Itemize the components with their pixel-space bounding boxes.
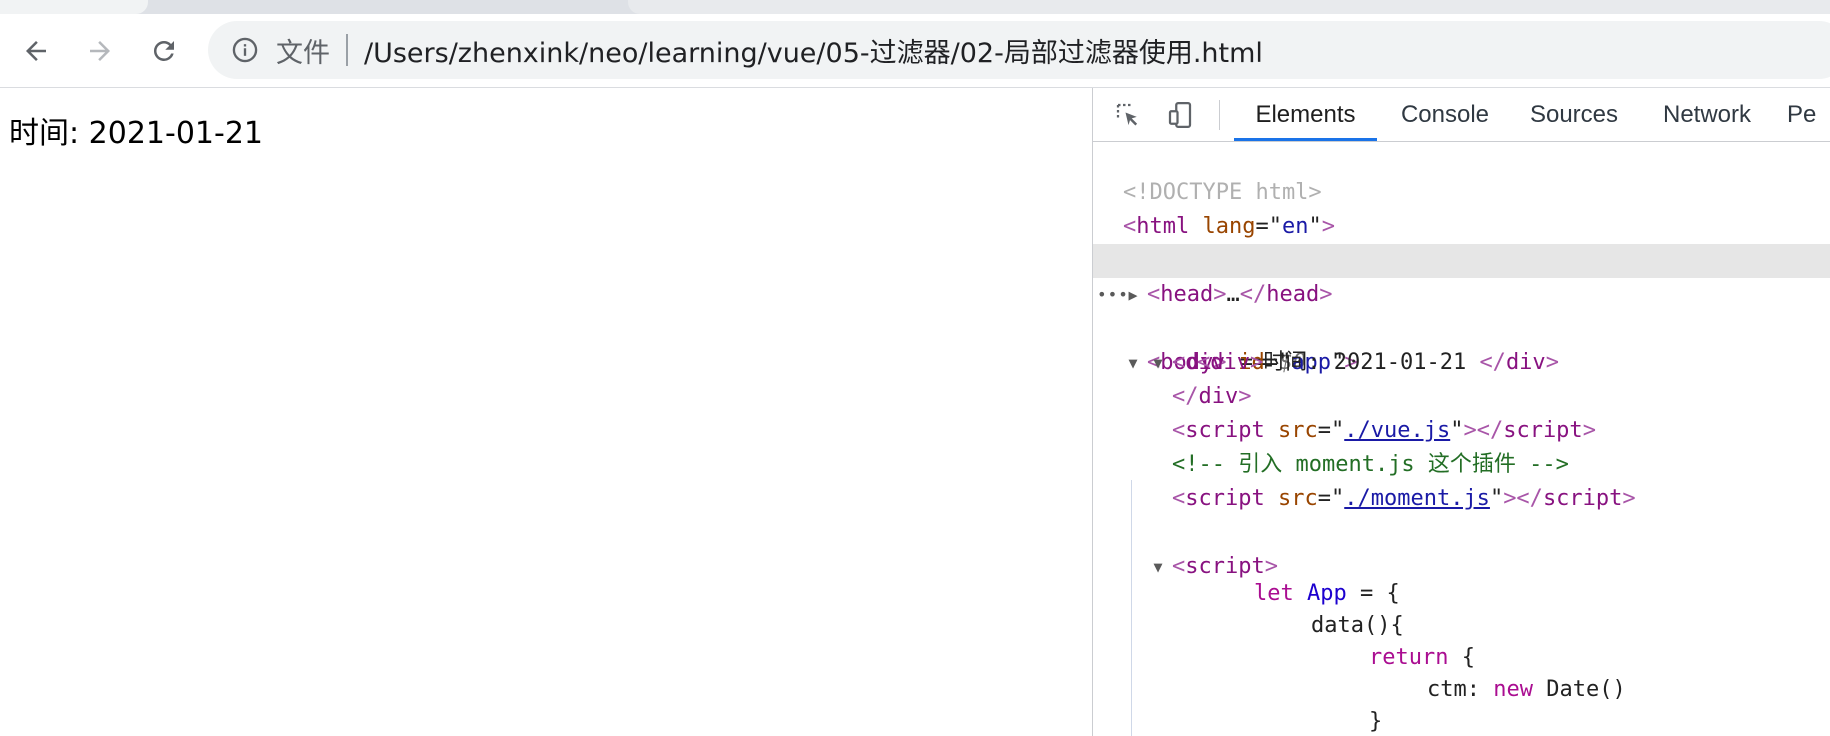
js-line-close-data: }, xyxy=(1093,706,1830,736)
devtools-toolbar-separator xyxy=(1219,100,1220,130)
dom-node-doctype[interactable]: <!DOCTYPE html> xyxy=(1093,142,1830,205)
info-circle-icon[interactable] xyxy=(230,35,260,65)
active-browser-tab[interactable] xyxy=(0,0,148,14)
address-bar-separator xyxy=(346,34,348,66)
inspect-element-icon[interactable] xyxy=(1111,98,1145,132)
js-line-ctm: ctm: new Date() xyxy=(1093,642,1830,702)
devtools-panel: Elements Console Sources Network Pe <!DO… xyxy=(1092,88,1830,736)
dom-node-inner-div[interactable]: <div>时间: 2021-01-21 </div> xyxy=(1093,312,1830,375)
dom-node-div-app-close[interactable]: </div> xyxy=(1093,346,1830,409)
reload-icon xyxy=(153,40,174,61)
tab-strip xyxy=(0,0,1830,14)
reload-button[interactable] xyxy=(144,31,184,71)
js-line-data: data(){ xyxy=(1093,578,1830,638)
tab-performance[interactable]: Pe xyxy=(1787,88,1830,142)
dom-node-script-moment[interactable]: <script src="./moment.js"></script> xyxy=(1093,448,1830,511)
tab-sources[interactable]: Sources xyxy=(1513,88,1635,142)
js-line-return: return { xyxy=(1093,610,1830,670)
active-tab-underline xyxy=(1234,138,1377,141)
js-line-close-inner: } xyxy=(1093,674,1830,734)
dom-node-body[interactable]: ••• ▼ <body> == $0 xyxy=(1093,244,1830,375)
tab-console[interactable]: Console xyxy=(1385,88,1505,142)
dom-tree: <!DOCTYPE html> <html lang="en"> ▶ <head… xyxy=(1093,142,1830,736)
page-viewport: 时间: 2021-01-21 xyxy=(0,88,1092,736)
dom-indent-guide xyxy=(1131,480,1132,736)
dom-node-head[interactable]: ▶ <head>…</head> xyxy=(1093,210,1830,307)
dom-node-div-app[interactable]: ▼ <div id="app"> xyxy=(1093,278,1830,375)
arrow-left-icon xyxy=(26,41,46,61)
devtools-toolbar: Elements Console Sources Network Pe xyxy=(1093,88,1830,142)
forward-button[interactable] xyxy=(80,31,120,71)
url-scheme-label: 文件 xyxy=(276,37,330,69)
dom-node-comment[interactable]: <!-- 引入 moment.js 这个插件 --> xyxy=(1093,414,1830,477)
dom-node-script-vue[interactable]: <script src="./vue.js"></script> xyxy=(1093,380,1830,443)
dom-node-script-inline[interactable]: ▼ <script> xyxy=(1093,482,1830,579)
tab-network[interactable]: Network xyxy=(1645,88,1769,142)
device-toolbar-icon[interactable] xyxy=(1163,98,1197,132)
dom-node-html[interactable]: <html lang="en"> xyxy=(1093,176,1830,239)
back-button[interactable] xyxy=(16,31,56,71)
arrow-right-icon xyxy=(90,41,110,61)
url-text[interactable]: /Users/zhenxink/neo/learning/vue/05-过滤器/… xyxy=(364,31,1263,70)
inactive-browser-tab[interactable] xyxy=(628,0,1830,14)
address-bar[interactable]: 文件 /Users/zhenxink/neo/learning/vue/05-过… xyxy=(208,21,1830,79)
tab-elements[interactable]: Elements xyxy=(1234,88,1377,142)
page-date-text: 时间: 2021-01-21 xyxy=(9,116,263,151)
browser-toolbar: 文件 /Users/zhenxink/neo/learning/vue/05-过… xyxy=(0,14,1830,88)
js-line-let-app: let App = { xyxy=(1093,546,1830,606)
